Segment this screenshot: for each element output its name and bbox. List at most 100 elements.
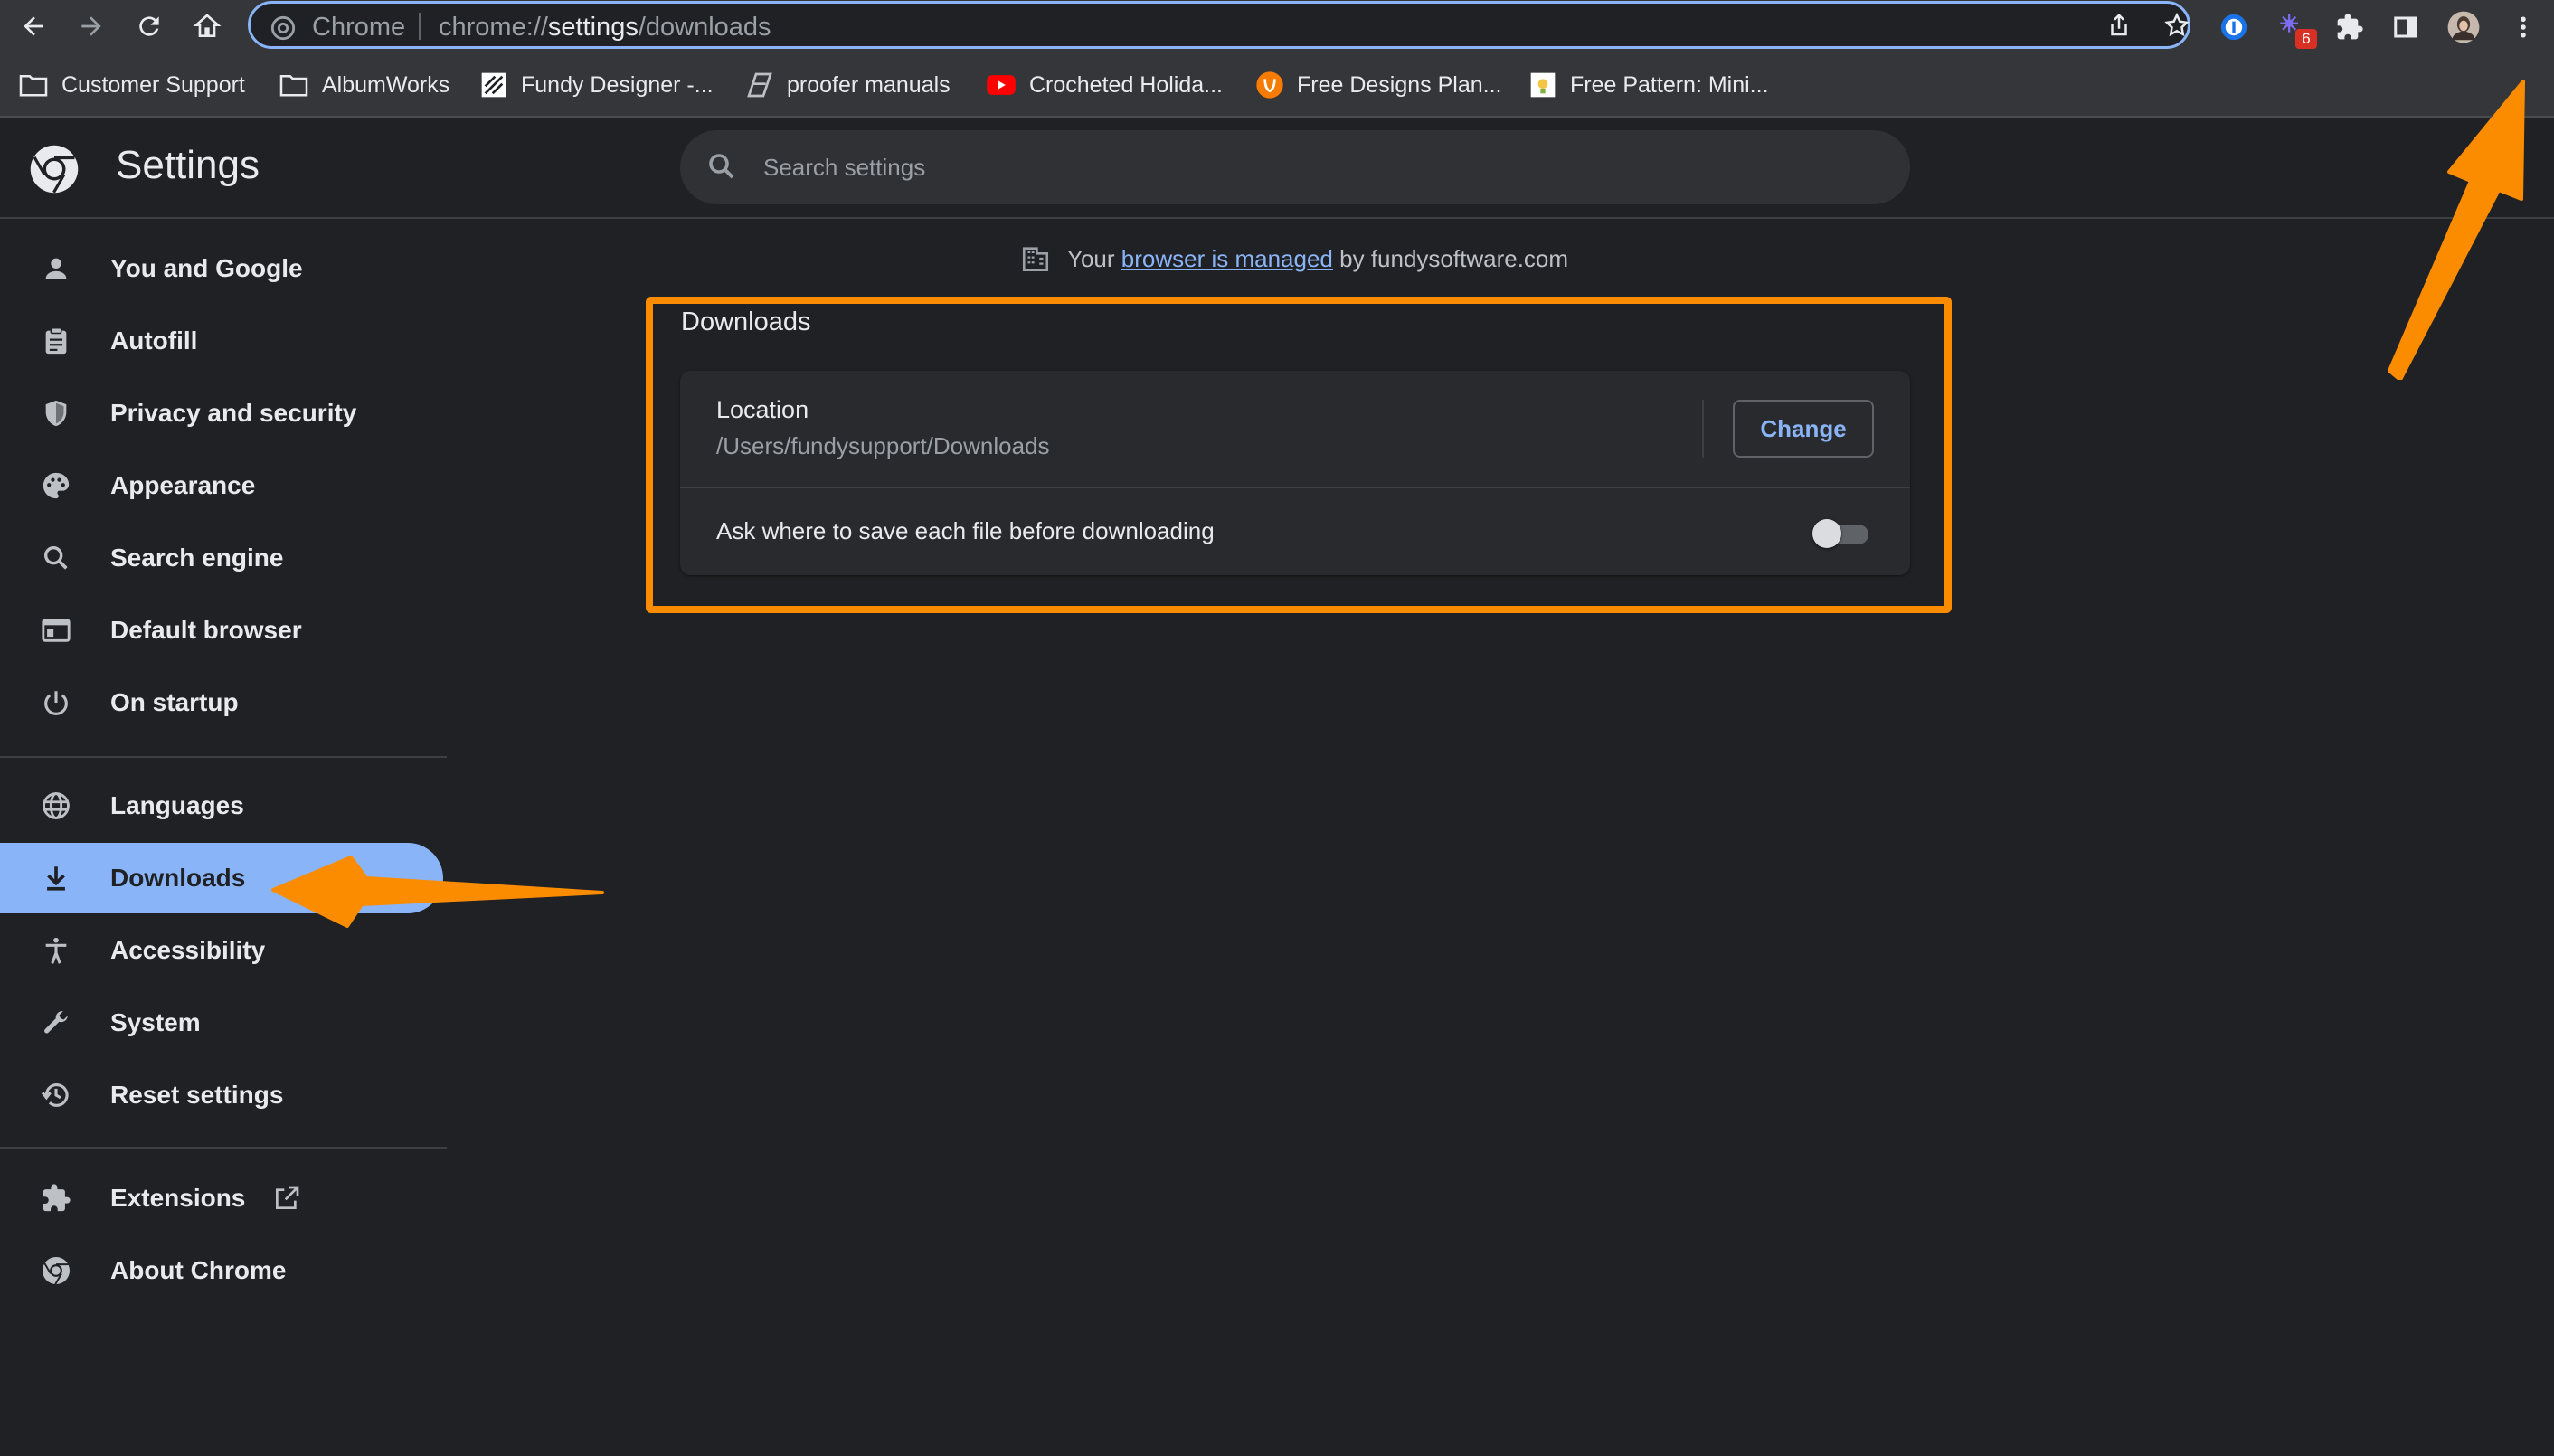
person-icon xyxy=(36,249,76,288)
managed-prefix: Your xyxy=(1067,244,1115,272)
sidebar-item-on-startup[interactable]: On startup xyxy=(0,667,443,738)
palette-icon xyxy=(36,466,76,506)
sidebar-item-label: Search engine xyxy=(110,544,284,572)
forward-button[interactable] xyxy=(71,5,112,47)
home-icon xyxy=(193,14,222,37)
bookmark-fundy-designer[interactable]: Fundy Designer -... xyxy=(479,67,714,103)
page-title: Settings xyxy=(116,143,260,187)
managed-browser-notice: Your browser is managed by fundysoftware… xyxy=(1020,239,1568,279)
sidebar-item-languages[interactable]: Languages xyxy=(0,771,443,841)
url-prefix: chrome:// xyxy=(439,13,548,42)
bookmark-label: Fundy Designer -... xyxy=(521,71,714,98)
youtube-icon xyxy=(987,75,1016,95)
bookmark-free-designs[interactable]: Free Designs Plan... xyxy=(1255,67,1502,103)
chrome-icon xyxy=(36,1251,76,1291)
omnibox-url: chrome://settings/downloads xyxy=(439,13,771,43)
clipboard-icon xyxy=(36,321,76,361)
onepassword-icon xyxy=(2220,14,2247,41)
puzzle-icon xyxy=(2337,14,2363,40)
sidebar-item-label: You and Google xyxy=(110,254,303,282)
reload-button[interactable] xyxy=(128,5,170,47)
avatar xyxy=(2447,11,2480,43)
chrome-page-icon xyxy=(270,15,296,41)
omnibox-separator xyxy=(419,13,421,40)
sidebar-item-extensions[interactable]: Extensions xyxy=(0,1163,443,1234)
side-panel-icon xyxy=(2394,16,2417,38)
bookmark-free-pattern[interactable]: Free Pattern: Mini... xyxy=(1528,67,1769,103)
bookmark-label: proofer manuals xyxy=(787,71,951,98)
sidebar-item-label: Reset settings xyxy=(110,1081,284,1109)
bookmark-proofer-manuals[interactable]: proofer manuals xyxy=(745,67,951,103)
sidebar-item-label: Accessibility xyxy=(110,936,266,964)
settings-header: Settings xyxy=(0,118,2554,219)
extension-with-badge[interactable]: 6 xyxy=(2274,9,2317,49)
search-settings-box[interactable] xyxy=(680,130,1910,204)
bookmark-label: AlbumWorks xyxy=(322,71,450,98)
sidebar-item-label: Autofill xyxy=(110,326,198,355)
bookmark-albumworks[interactable]: AlbumWorks xyxy=(279,67,449,103)
share-icon xyxy=(2111,13,2127,36)
folder-icon xyxy=(279,74,308,97)
home-button[interactable] xyxy=(186,5,228,47)
reload-icon xyxy=(139,16,159,36)
sidebar-item-system[interactable]: System xyxy=(0,988,443,1058)
address-bar[interactable]: Chrome chrome://settings/downloads xyxy=(248,1,2190,49)
sidebar-item-privacy-and-security[interactable]: Privacy and security xyxy=(0,378,443,449)
bookmark-star-button[interactable] xyxy=(2159,7,2195,43)
sidebar-item-label: On startup xyxy=(110,688,239,716)
extensions-button[interactable] xyxy=(2332,9,2368,45)
chrome-menu-button[interactable] xyxy=(2505,9,2541,45)
sidebar-item-you-and-google[interactable]: You and Google xyxy=(0,233,443,304)
url-path: /downloads xyxy=(638,13,771,42)
search-icon xyxy=(709,154,734,179)
url-host: settings xyxy=(547,13,638,42)
bookmark-customer-support[interactable]: Customer Support xyxy=(18,67,245,103)
shield-icon xyxy=(36,393,76,433)
sidebar-item-appearance[interactable]: Appearance xyxy=(0,450,443,521)
sidebar-item-downloads[interactable]: Downloads xyxy=(0,843,443,913)
sidebar-item-label: Languages xyxy=(110,791,244,819)
browser-managed-link[interactable]: browser is managed xyxy=(1121,245,1333,272)
star-icon xyxy=(2164,12,2190,37)
sidebar-item-autofill[interactable]: Autofill xyxy=(0,306,443,376)
forward-arrow-icon xyxy=(81,16,101,36)
sidebar-item-label: Default browser xyxy=(110,616,302,644)
browser-window-icon xyxy=(36,610,76,650)
sidebar-item-about-chrome[interactable]: About Chrome xyxy=(0,1235,443,1306)
external-link-icon xyxy=(272,1184,301,1213)
power-icon xyxy=(36,683,76,723)
sidebar-item-search-engine[interactable]: Search engine xyxy=(0,523,443,593)
sidebar-item-label: About Chrome xyxy=(110,1256,287,1284)
pattern-icon xyxy=(1530,72,1556,98)
three-dots-vertical-icon xyxy=(2521,16,2526,38)
sidebar-item-accessibility[interactable]: Accessibility xyxy=(0,915,443,986)
extension-badge-count: 6 xyxy=(2295,29,2317,49)
fundy-designer-icon xyxy=(481,72,506,98)
password-manager-extension[interactable] xyxy=(2216,9,2252,45)
bookmark-label: Free Pattern: Mini... xyxy=(1570,71,1769,98)
wrench-icon xyxy=(36,1003,76,1043)
bookmark-label: Crocheted Holida... xyxy=(1029,71,1224,98)
proofer-icon xyxy=(747,72,772,98)
sidebar-divider xyxy=(0,1147,447,1149)
back-button[interactable] xyxy=(13,5,54,47)
sidebar-item-label: Privacy and security xyxy=(110,399,357,427)
share-button[interactable] xyxy=(2101,7,2137,43)
bookmark-crocheted-holiday[interactable]: Crocheted Holida... xyxy=(986,67,1223,103)
sidebar-item-label: System xyxy=(110,1008,201,1036)
search-icon xyxy=(36,538,76,578)
sidebar-item-label: Extensions xyxy=(110,1184,246,1212)
sidebar-item-reset-settings[interactable]: Reset settings xyxy=(0,1060,443,1130)
profile-avatar-button[interactable] xyxy=(2445,9,2482,45)
accessibility-icon xyxy=(36,931,76,970)
history-icon xyxy=(36,1075,76,1115)
sidebar-item-label: Downloads xyxy=(110,864,246,892)
bookmark-label: Free Designs Plan... xyxy=(1297,71,1502,98)
back-arrow-icon xyxy=(24,16,43,36)
managed-suffix: by fundysoftware.com xyxy=(1339,244,1569,272)
search-input[interactable] xyxy=(763,130,1849,204)
puzzle-icon xyxy=(36,1178,76,1218)
side-panel-button[interactable] xyxy=(2388,9,2424,45)
sidebar-item-default-browser[interactable]: Default browser xyxy=(0,595,443,666)
annotation-highlight-box xyxy=(646,297,1952,613)
